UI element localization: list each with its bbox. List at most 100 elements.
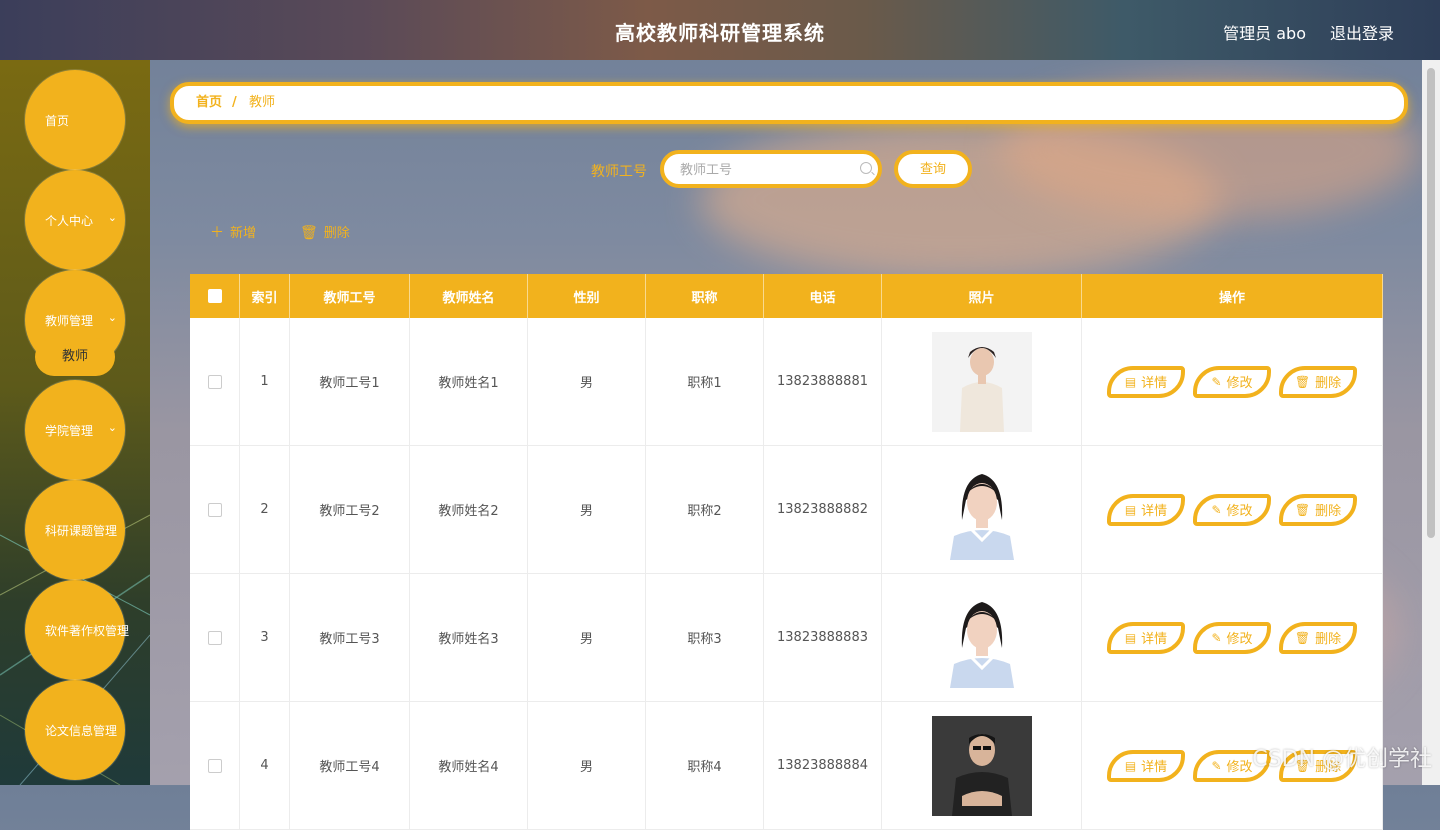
header-phone: 电话: [764, 274, 882, 318]
query-button[interactable]: 查询: [894, 150, 972, 188]
row-checkbox[interactable]: [207, 374, 222, 389]
cell-photo: [882, 318, 1082, 445]
sidebar-item-label: 个人中心: [45, 214, 94, 228]
sidebar-item-label: 科研课题管理: [45, 524, 118, 538]
cell-index: 2: [240, 446, 290, 573]
sidebar-item-papers[interactable]: 论文信息管理: [25, 680, 125, 780]
search-input[interactable]: [678, 154, 852, 186]
cell-photo: [882, 702, 1082, 829]
table-row: 3 教师工号3 教师姓名3 男 职称3 13823888883 ▤ 详情 ✎ 修改 …: [190, 574, 1383, 702]
cell-title: 职称4: [646, 702, 764, 829]
search-icon: [860, 162, 872, 174]
sidebar-item-personal-center[interactable]: 个人中心 ⌄: [25, 170, 125, 270]
breadcrumb-home[interactable]: 首页: [196, 86, 222, 120]
search-label: 教师工号: [591, 164, 647, 180]
row-delete-label: 删除: [1315, 504, 1342, 519]
trash-icon: 🗑: [300, 225, 318, 241]
sidebar-item-label: 教师管理: [45, 314, 94, 328]
row-delete-label: 删除: [1315, 376, 1342, 391]
sidebar-item-college-management[interactable]: 学院管理 ⌄: [25, 380, 125, 480]
sidebar-item-label: 软件著作权管理: [45, 624, 130, 638]
sidebar-subitem-teacher[interactable]: 教师: [35, 338, 115, 376]
row-delete-button[interactable]: 🗑 删除: [1279, 493, 1357, 526]
plus-icon: ＋: [210, 225, 224, 241]
row-checkbox[interactable]: [207, 758, 222, 773]
breadcrumb-separator: /: [232, 95, 237, 110]
page-scrollbar[interactable]: [1422, 60, 1440, 785]
document-icon: ▤: [1124, 630, 1137, 645]
delete-button[interactable]: 🗑 删除: [300, 222, 350, 241]
row-delete-button[interactable]: 🗑 删除: [1279, 365, 1357, 398]
edit-button[interactable]: ✎ 修改: [1193, 493, 1271, 526]
search-box: [660, 150, 882, 188]
edit-label: 修改: [1226, 632, 1253, 647]
detail-button[interactable]: ▤ 详情: [1107, 749, 1185, 782]
row-select-cell: [190, 318, 240, 445]
header-teacher-name: 教师姓名: [410, 274, 528, 318]
select-all-checkbox[interactable]: [207, 289, 222, 303]
sidebar-item-label: 论文信息管理: [45, 724, 118, 738]
logout-link[interactable]: 退出登录: [1330, 20, 1394, 44]
top-header: 高校教师科研管理系统 管理员 abo 退出登录: [0, 0, 1440, 60]
header-title: 职称: [646, 274, 764, 318]
detail-label: 详情: [1141, 760, 1168, 775]
header-operations: 操作: [1082, 274, 1383, 318]
cell-index: 1: [240, 318, 290, 445]
cell-phone: 13823888883: [764, 574, 882, 701]
cell-title: 职称2: [646, 446, 764, 573]
cell-index: 4: [240, 702, 290, 829]
edit-button[interactable]: ✎ 修改: [1193, 365, 1271, 398]
detail-label: 详情: [1141, 376, 1168, 391]
cell-phone: 13823888884: [764, 702, 882, 829]
cell-teacher-id: 教师工号1: [290, 318, 410, 445]
document-icon: ▤: [1124, 374, 1137, 389]
cell-teacher-id: 教师工号4: [290, 702, 410, 829]
trash-icon: 🗑: [1294, 502, 1311, 517]
row-checkbox[interactable]: [207, 502, 222, 517]
teacher-photo: [931, 331, 1032, 432]
breadcrumb-current: 教师: [249, 95, 276, 110]
current-user: 管理员 abo: [1223, 24, 1306, 43]
add-label: 新增: [230, 226, 257, 241]
edit-label: 修改: [1226, 760, 1253, 775]
detail-label: 详情: [1141, 504, 1168, 519]
chevron-down-icon: ⌄: [107, 211, 117, 224]
document-icon: ▤: [1124, 502, 1137, 517]
teacher-photo: [931, 459, 1032, 560]
cell-teacher-name: 教师姓名3: [410, 574, 528, 701]
cell-phone: 13823888882: [764, 446, 882, 573]
cell-teacher-id: 教师工号2: [290, 446, 410, 573]
chevron-down-icon: ⌄: [107, 421, 117, 434]
header-index: 索引: [240, 274, 290, 318]
cell-gender: 男: [528, 446, 646, 573]
edit-button[interactable]: ✎ 修改: [1193, 621, 1271, 654]
sidebar-item-home[interactable]: 首页: [25, 70, 125, 170]
scrollbar-thumb[interactable]: [1427, 68, 1435, 538]
row-delete-button[interactable]: 🗑 删除: [1279, 621, 1357, 654]
edit-label: 修改: [1226, 376, 1253, 391]
sidebar-item-software-copyright[interactable]: 软件著作权管理: [25, 580, 129, 680]
pencil-icon: ✎: [1211, 630, 1222, 645]
cell-gender: 男: [528, 318, 646, 445]
edit-label: 修改: [1226, 504, 1253, 519]
detail-label: 详情: [1141, 632, 1168, 647]
teacher-photo: [931, 715, 1032, 816]
header-photo: 照片: [882, 274, 1082, 318]
sidebar: 首页 个人中心 ⌄ 教师管理 ⌄ 教师 学院管理 ⌄ 科研课题管理 软件著作权管…: [0, 60, 150, 785]
table-header: 索引 教师工号 教师姓名 性别 职称 电话 照片 操作: [190, 274, 1383, 318]
detail-button[interactable]: ▤ 详情: [1107, 493, 1185, 526]
sidebar-item-research-projects[interactable]: 科研课题管理: [25, 480, 125, 580]
row-checkbox[interactable]: [207, 630, 222, 645]
add-button[interactable]: ＋ 新增: [210, 222, 256, 242]
detail-button[interactable]: ▤ 详情: [1107, 621, 1185, 654]
pencil-icon: ✎: [1211, 758, 1222, 773]
cell-teacher-name: 教师姓名4: [410, 702, 528, 829]
row-select-cell: [190, 702, 240, 829]
cell-operations: ▤ 详情 ✎ 修改 🗑 删除: [1082, 446, 1383, 573]
table-body: 1 教师工号1 教师姓名1 男 职称1 13823888881 ▤ 详情 ✎ 修改 …: [190, 318, 1383, 830]
detail-button[interactable]: ▤ 详情: [1107, 365, 1185, 398]
row-select-cell: [190, 574, 240, 701]
teacher-photo: [931, 587, 1032, 688]
cell-phone: 13823888881: [764, 318, 882, 445]
cell-title: 职称1: [646, 318, 764, 445]
